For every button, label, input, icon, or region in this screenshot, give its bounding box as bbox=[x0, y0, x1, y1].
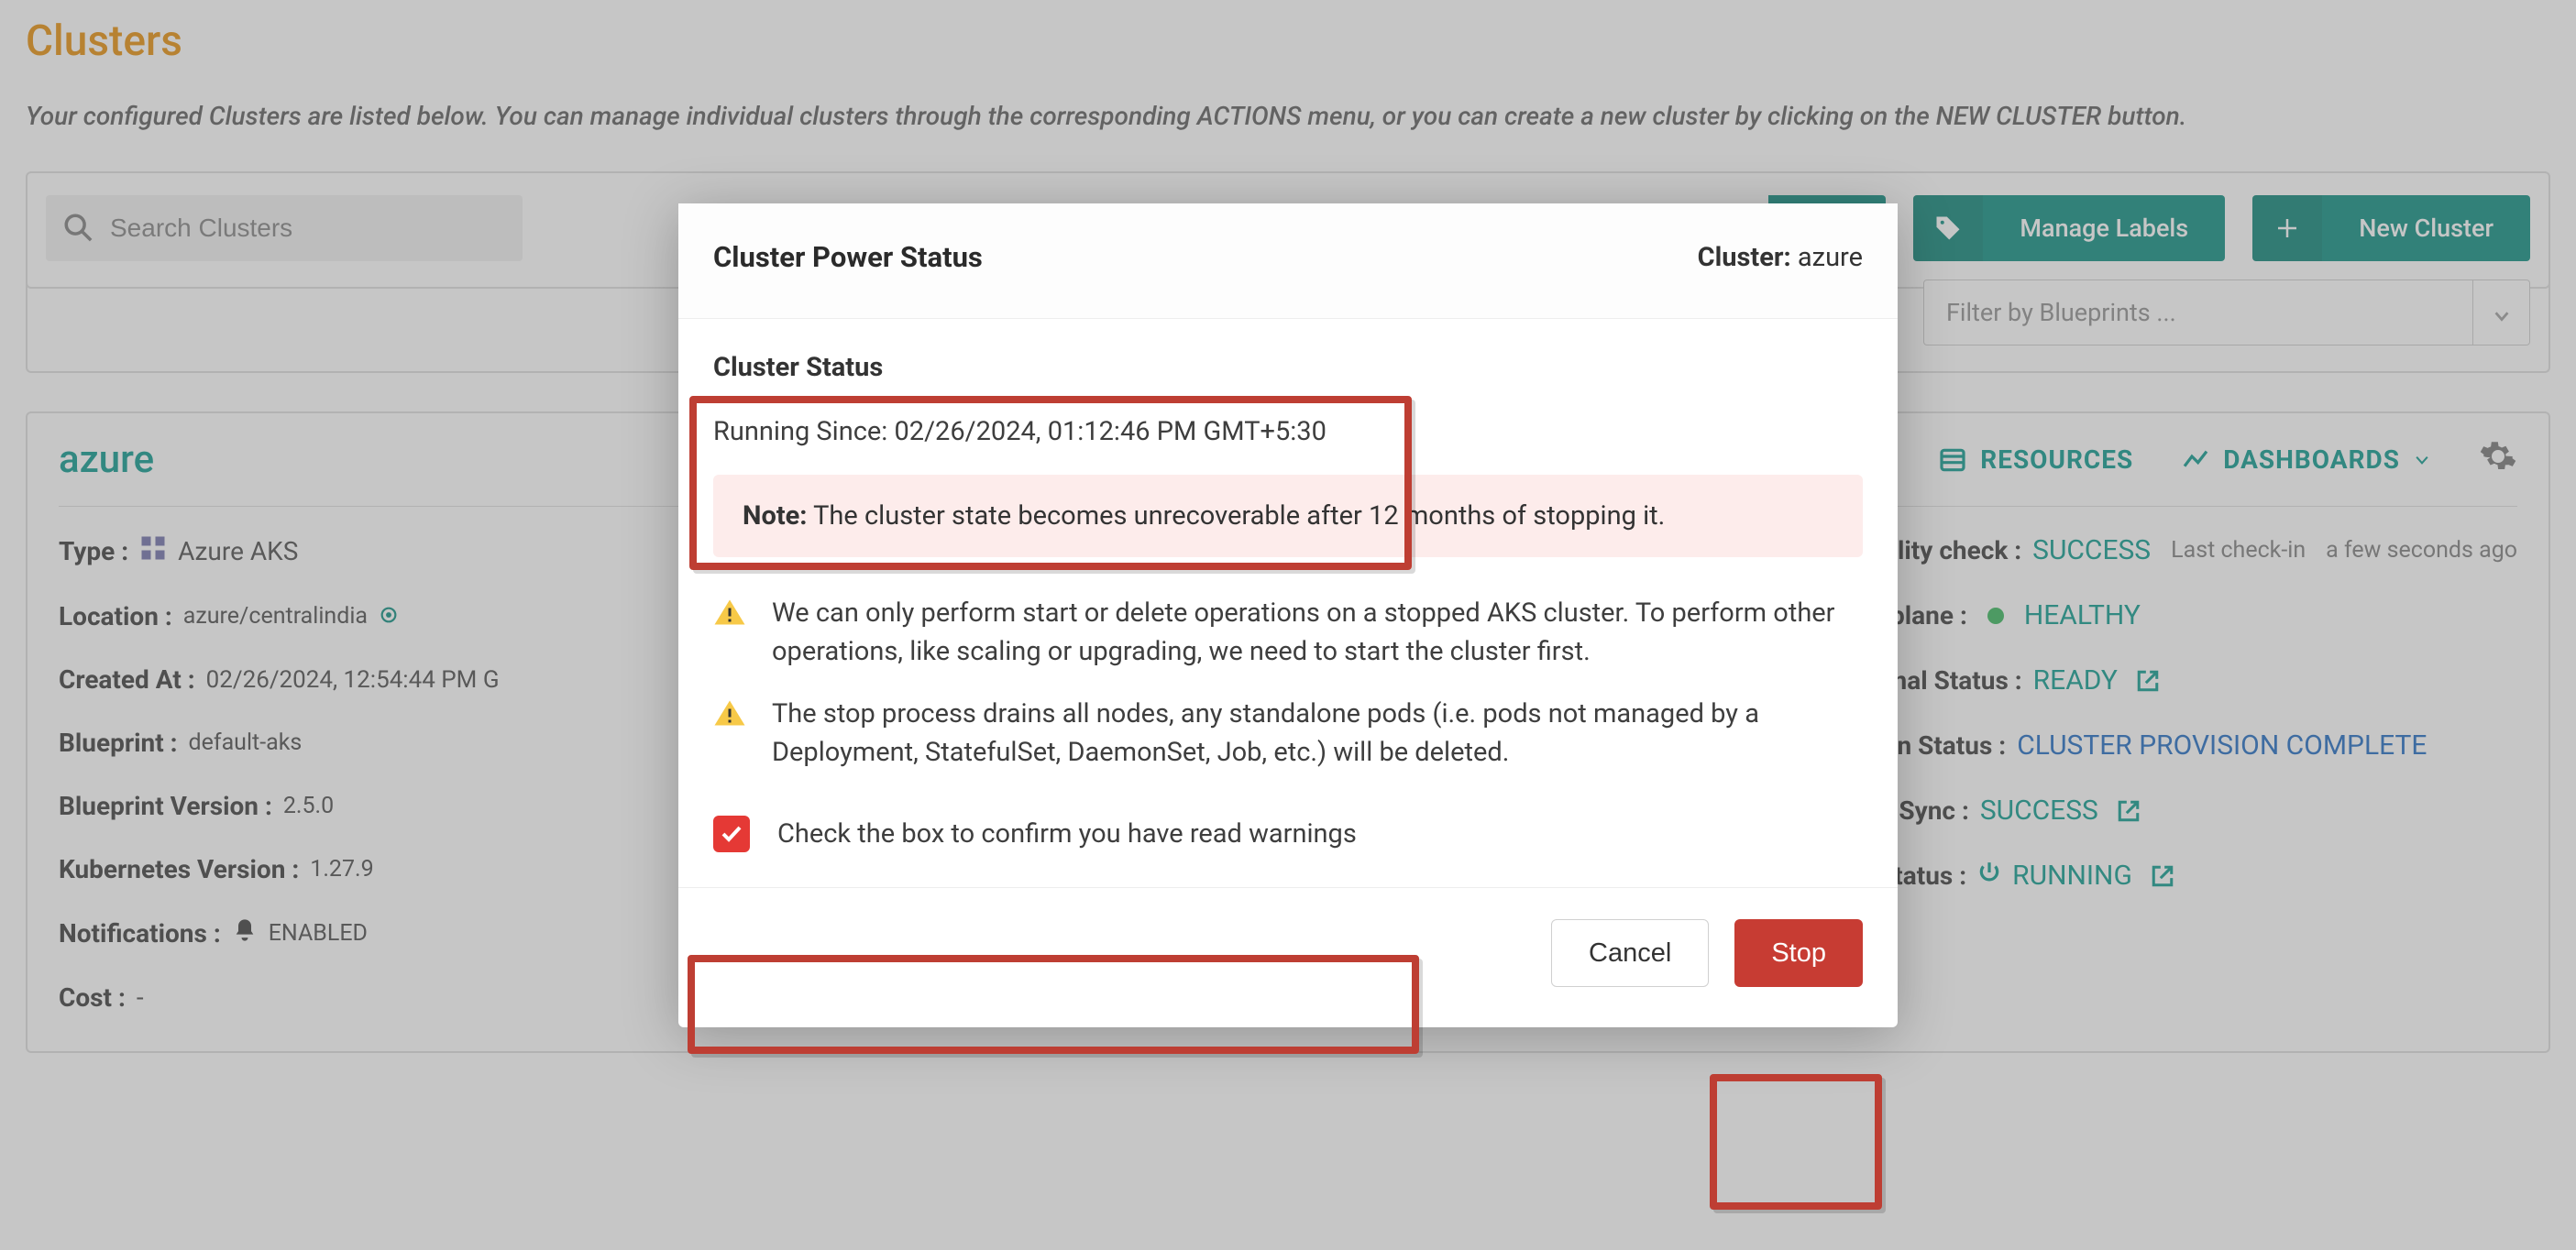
warning-2: The stop process drains all nodes, any s… bbox=[713, 695, 1863, 772]
warning-2-text: The stop process drains all nodes, any s… bbox=[772, 695, 1863, 772]
confirm-checkbox[interactable] bbox=[713, 816, 750, 852]
power-status-modal: Cluster Power Status Cluster: azure Clus… bbox=[678, 203, 1898, 1027]
warning-1: We can only perform start or delete oper… bbox=[713, 594, 1863, 671]
confirm-text: Check the box to confirm you have read w… bbox=[777, 818, 1357, 850]
cancel-button[interactable]: Cancel bbox=[1551, 919, 1709, 987]
note-box: Note: The cluster state becomes unrecove… bbox=[713, 475, 1863, 557]
note-text: The cluster state becomes unrecoverable … bbox=[813, 500, 1665, 532]
modal-title: Cluster Power Status bbox=[713, 240, 983, 274]
modal-cluster-label: Cluster: bbox=[1698, 242, 1791, 273]
warning-1-text: We can only perform start or delete oper… bbox=[772, 594, 1863, 671]
modal-cluster: Cluster: azure bbox=[1698, 242, 1863, 273]
warning-icon bbox=[713, 598, 746, 671]
stop-button[interactable]: Stop bbox=[1734, 919, 1863, 987]
cluster-status-title: Cluster Status bbox=[713, 352, 1863, 383]
note-label: Note: bbox=[743, 500, 807, 532]
confirm-row: Check the box to confirm you have read w… bbox=[713, 795, 1863, 869]
warning-icon bbox=[713, 698, 746, 772]
modal-overlay: Cluster Power Status Cluster: azure Clus… bbox=[0, 0, 2576, 1250]
modal-cluster-name: azure bbox=[1798, 242, 1863, 273]
highlight-annotation bbox=[1710, 1074, 1882, 1210]
running-since: Running Since: 02/26/2024, 01:12:46 PM G… bbox=[713, 416, 1863, 447]
